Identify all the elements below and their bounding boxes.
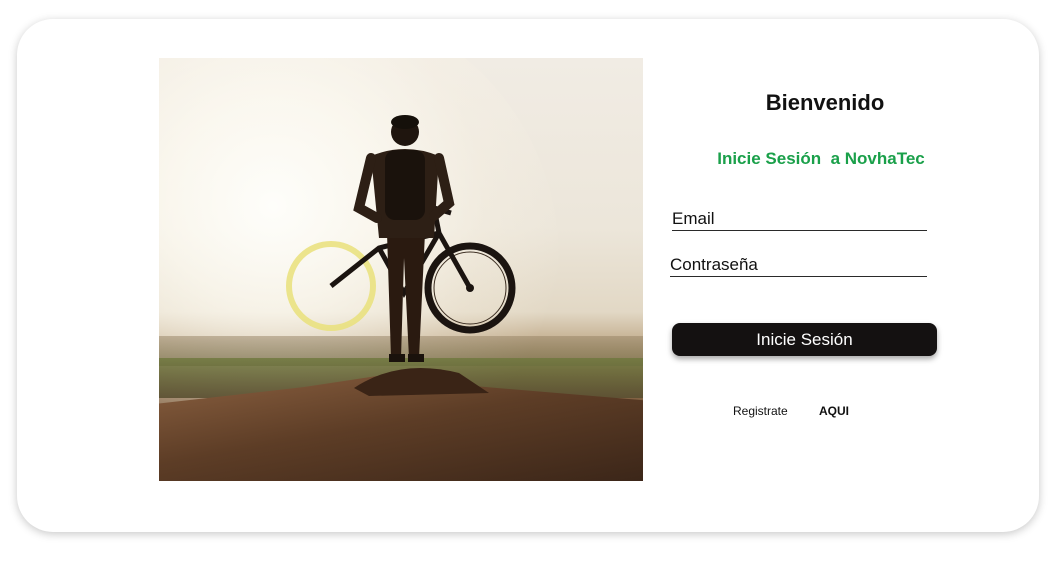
hero-image (159, 58, 643, 481)
email-field[interactable] (672, 208, 927, 230)
password-field[interactable] (670, 254, 927, 276)
register-link[interactable]: AQUI (819, 404, 849, 418)
page-subtitle: Inicie Sesión a NovhaTec (717, 149, 925, 168)
page-title: Bienvenido (765, 90, 885, 115)
login-button[interactable]: Inicie Sesión (672, 323, 937, 356)
email-field-wrapper (672, 208, 927, 231)
rock (354, 368, 489, 396)
register-label: Registrate (733, 404, 788, 418)
password-field-wrapper (670, 254, 927, 277)
